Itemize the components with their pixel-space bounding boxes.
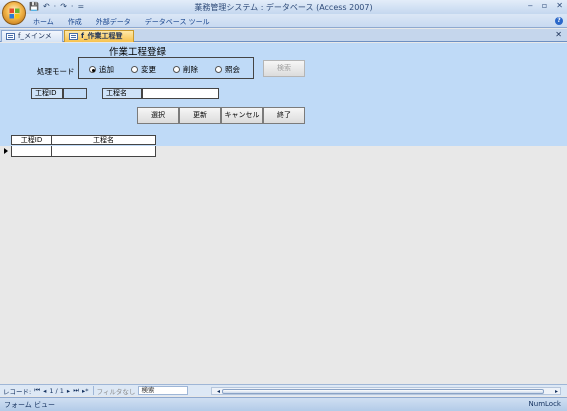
radio-icon <box>131 66 138 73</box>
record-selector-icon[interactable] <box>2 146 11 157</box>
process-name-label: 工程名 <box>102 88 142 99</box>
title-bar: 💾 ↶ · ↷ · = 業務管理システム : データベース (Access 20… <box>0 0 567 25</box>
mode-radio-add-label: 追加 <box>99 65 114 74</box>
radio-icon <box>215 66 222 73</box>
prev-record-icon[interactable]: ◂ <box>43 387 46 395</box>
grid-column-header-id[interactable]: 工程ID <box>11 135 52 145</box>
new-record-icon[interactable]: ▸* <box>82 387 89 395</box>
select-button[interactable]: 選択 <box>137 107 179 124</box>
form-icon <box>6 33 15 40</box>
record-label: レコード: <box>3 387 32 396</box>
horizontal-scrollbar[interactable]: ◂ ▸ <box>211 387 561 395</box>
datasheet-area <box>0 146 567 382</box>
scroll-left-icon[interactable]: ◂ <box>217 388 220 395</box>
update-button[interactable]: 更新 <box>179 107 221 124</box>
ribbon-tab-external-data[interactable]: 外部データ <box>96 17 131 27</box>
record-search-input[interactable]: 検索 <box>138 386 189 395</box>
help-icon[interactable]: ? <box>555 17 563 25</box>
table-row[interactable] <box>2 146 156 157</box>
ribbon-tab-home[interactable]: ホーム <box>33 17 54 27</box>
ribbon-tab-create[interactable]: 作成 <box>68 17 82 27</box>
grid-cell-id[interactable] <box>11 146 52 157</box>
ribbon: ホーム 作成 外部データ データベース ツール ? <box>0 14 567 28</box>
scroll-thumb[interactable] <box>222 389 544 394</box>
grid-cell-name[interactable] <box>51 146 156 157</box>
office-logo-icon <box>9 8 20 19</box>
close-document-icon[interactable]: ✕ <box>555 30 562 39</box>
mode-radio-delete[interactable]: 削除 <box>173 64 198 75</box>
mode-radio-inquiry-label: 照会 <box>225 65 240 74</box>
grid-header: 工程ID 工程名 <box>11 135 156 145</box>
form-icon <box>69 33 78 40</box>
status-bar: フォーム ビュー NumLock <box>0 397 567 411</box>
process-name-field[interactable] <box>142 88 219 99</box>
next-record-icon[interactable]: ▸ <box>67 387 70 395</box>
scroll-right-icon[interactable]: ▸ <box>555 388 558 395</box>
form-title: 作業工程登録 <box>109 47 167 58</box>
close-icon[interactable]: ✕ <box>556 1 563 10</box>
record-position[interactable]: 1 / 1 <box>49 387 64 395</box>
filter-status[interactable]: フィルタなし <box>97 386 136 396</box>
last-record-icon[interactable]: ⏭ <box>73 386 79 395</box>
record-navigation: レコード: ⏮ ◂ 1 / 1 ▸ ⏭ ▸* フィルタなし 検索 ◂ ▸ <box>0 384 567 396</box>
mode-radio-delete-label: 削除 <box>183 65 198 74</box>
exit-button[interactable]: 終了 <box>263 107 305 124</box>
window-controls: ‒ ▫ ✕ <box>528 1 563 10</box>
office-button[interactable] <box>2 1 26 25</box>
mode-radio-inquiry[interactable]: 照会 <box>215 64 240 75</box>
mode-radio-add[interactable]: 追加 <box>89 64 114 75</box>
radio-icon <box>89 66 96 73</box>
grid-column-header-name[interactable]: 工程名 <box>51 135 156 145</box>
tab-process-registration[interactable]: f_作業工程登録 <box>64 30 134 51</box>
cancel-button[interactable]: キャンセル <box>221 107 263 124</box>
mode-radio-change[interactable]: 変更 <box>131 64 156 75</box>
tab-main-menu[interactable]: f_メインメニュー <box>1 30 63 51</box>
ribbon-tabs: ホーム 作成 外部データ データベース ツール <box>33 17 210 27</box>
search-button[interactable]: 検索 <box>263 60 305 77</box>
process-id-field[interactable] <box>63 88 87 99</box>
maximize-icon[interactable]: ▫ <box>542 1 547 10</box>
first-record-icon[interactable]: ⏮ <box>34 386 40 395</box>
status-numlock: NumLock <box>528 400 561 408</box>
ribbon-tab-database-tools[interactable]: データベース ツール <box>145 17 210 27</box>
radio-icon <box>173 66 180 73</box>
window-title: 業務管理システム : データベース (Access 2007) <box>194 3 373 12</box>
mode-label: 処理モード <box>37 67 75 76</box>
status-view-mode: フォーム ビュー <box>4 401 56 409</box>
divider <box>92 386 94 395</box>
minimize-icon[interactable]: ‒ <box>528 1 533 10</box>
mode-radio-change-label: 変更 <box>141 65 156 74</box>
mode-option-group: 追加 変更 削除 照会 <box>78 57 254 79</box>
process-id-label: 工程ID <box>31 88 63 99</box>
form-header: 作業工程登録 処理モード 追加 変更 削除 照会 検索 工程ID 工程名 選択 … <box>0 43 567 146</box>
document-tabs: f_メインメニュー f_作業工程登録 ✕ <box>0 29 567 51</box>
